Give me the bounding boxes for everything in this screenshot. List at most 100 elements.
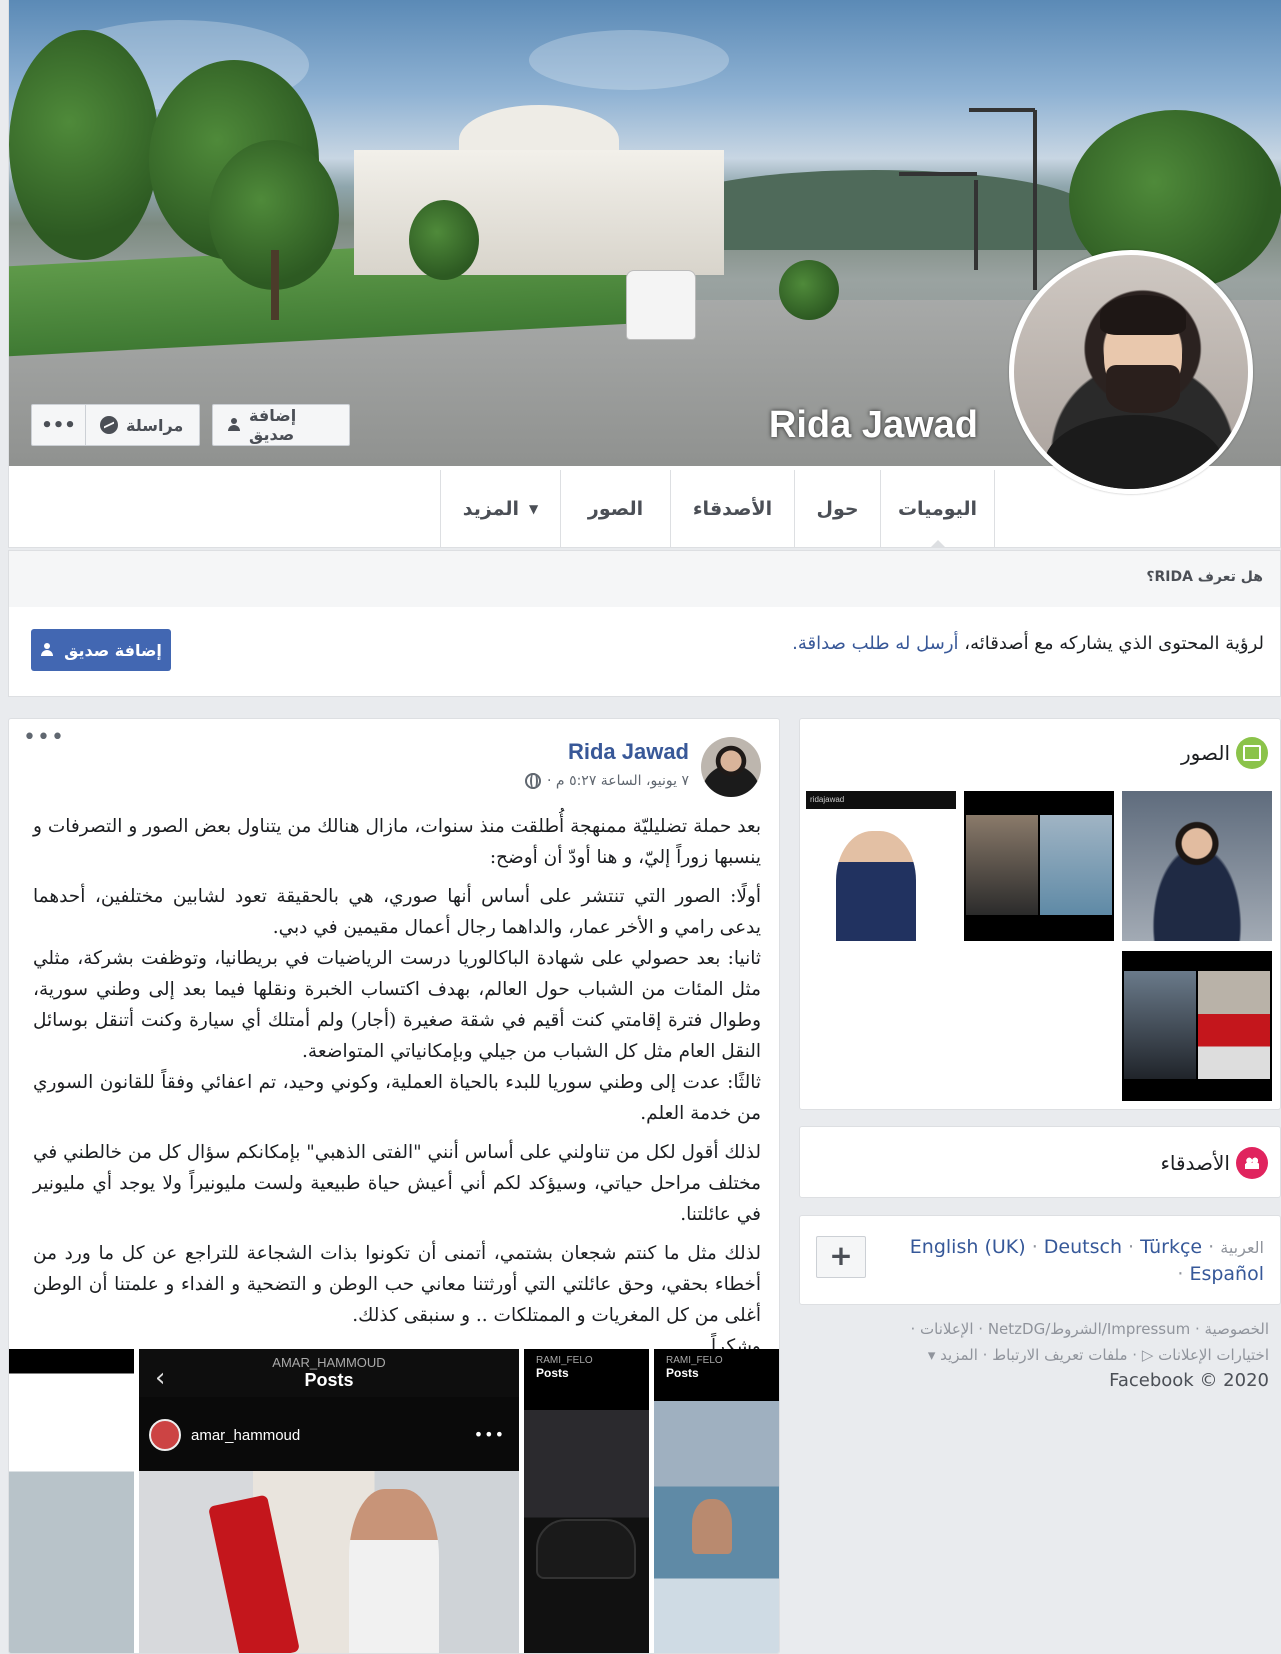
post-author-avatar[interactable] (701, 737, 761, 797)
screenshot-header: RAMI_FELO Posts (666, 1355, 723, 1380)
post-photo-grid: AMAR_HAMMOUD Posts ‹ amar_hammoud ••• RA… (9, 1349, 779, 1653)
friends-icon (1236, 1147, 1268, 1179)
tab-timeline[interactable]: اليوميات (881, 470, 995, 547)
post-paragraph: لذلك أقول لكل من تناولني على أساس أنني "… (33, 1142, 761, 1225)
tab-timeline-label: اليوميات (897, 497, 978, 520)
screenshot-username: RAMI_FELO (536, 1355, 593, 1366)
plus-icon[interactable]: + (816, 1236, 866, 1278)
messenger-icon (100, 416, 118, 434)
tree (9, 30, 159, 260)
screenshot-header: RAMI_FELO Posts (536, 1355, 593, 1380)
man-in-pool (692, 1499, 732, 1554)
screenshot-title: Posts (666, 1366, 699, 1380)
man-figure (349, 1489, 439, 1653)
more-options-button[interactable]: ••• (31, 404, 86, 446)
separator: · (1202, 1236, 1215, 1258)
screenshot-image (139, 1471, 519, 1653)
add-friend-button[interactable]: إضافة صديق (212, 404, 350, 446)
footer-links[interactable]: الخصوصية · Impressum/الشروط/NetzDG · الإ… (799, 1316, 1269, 1342)
post-photo[interactable]: AMAR_HAMMOUD Posts ‹ amar_hammoud ••• (139, 1349, 519, 1653)
friends-card-title[interactable]: الأصدقاء (1160, 1151, 1230, 1175)
avatar-beard (1106, 365, 1180, 413)
separator: · (1177, 1263, 1190, 1285)
post-options-icon[interactable]: ••• (23, 725, 65, 750)
tab-more-label: المزيد (462, 497, 520, 520)
avatar-body (1044, 415, 1224, 489)
screenshot-handle: amar_hammoud (191, 1427, 301, 1444)
language-card: العربية · English (UK) · Deutsch · Türkç… (799, 1215, 1281, 1305)
street-lamp (1033, 110, 1037, 290)
photo-thumbnail[interactable] (1122, 791, 1272, 941)
post-photo[interactable] (9, 1349, 134, 1653)
post-author-name[interactable]: Rida Jawad (568, 739, 689, 765)
screenshot-username: RAMI_FELO (666, 1355, 723, 1366)
post-paragraph: بعد حملة تضليليّة ممنهجة أُطلقت منذ سنوا… (33, 816, 761, 868)
tab-photos-label: الصور (587, 497, 644, 520)
language-link[interactable]: Türkçe (1140, 1236, 1202, 1258)
post-photo[interactable]: RAMI_FELO Posts (524, 1349, 649, 1653)
screenshot-account-row: amar_hammoud ••• (139, 1397, 519, 1471)
globe-icon[interactable] (525, 773, 542, 789)
language-current: العربية (1220, 1238, 1264, 1257)
street-lamp-arm (969, 108, 1035, 112)
tab-about[interactable]: حول (795, 470, 881, 547)
screenshot-more-icon: ••• (473, 1425, 505, 1444)
post-paragraph: ثالثًا: عدت إلى وطني سوريا للبدء بالحياة… (33, 1072, 761, 1124)
footer-links[interactable]: اختيارات الإعلانات ▷ · ملفات تعريف الارت… (799, 1342, 1269, 1368)
photo-thumbnail[interactable] (964, 791, 1114, 941)
language-link[interactable]: English (UK) (910, 1236, 1026, 1258)
photo-thumbnail[interactable]: ridajawad (806, 791, 956, 941)
thumbnail-panel (1124, 971, 1196, 1079)
add-friend-primary-button[interactable]: إضافة صديق (31, 629, 171, 671)
add-friend-label: إضافة صديق (249, 406, 297, 444)
thumbnail-panel (1040, 815, 1112, 915)
message-button[interactable]: مراسلة (85, 404, 200, 446)
cloud (529, 30, 729, 90)
photo-thumbnail[interactable] (1122, 951, 1272, 1101)
post-meta: ٧ يونيو، الساعة ٥:٢٧ م · (525, 773, 689, 789)
street-lamp-arm (899, 172, 977, 176)
mosque-building (354, 150, 724, 275)
photo-icon (1236, 737, 1268, 769)
street-lamp (974, 180, 978, 270)
man-in-suit (836, 831, 916, 941)
person-plus-icon (40, 643, 56, 657)
know-box-title: هل تعرف RIDA؟ (8, 550, 1281, 608)
know-box: لرؤية المحتوى الذي يشاركه مع أصدقائه، أر… (8, 607, 1281, 697)
avatar-hair (1100, 295, 1186, 335)
thumbnail-header: ridajawad (806, 791, 956, 809)
language-link[interactable]: Deutsch (1044, 1236, 1122, 1258)
profile-name[interactable]: Rida Jawad (769, 404, 978, 447)
screenshot-avatar (149, 1419, 181, 1451)
post-paragraph: لذلك مثل ما كنتم شجعان بشتمي، أتمنى أن ت… (33, 1243, 761, 1326)
message-label: مراسلة (126, 415, 184, 435)
thumbnail-panel (1198, 971, 1270, 1079)
back-arrow-icon: ‹ (155, 1363, 166, 1393)
know-box-text: لرؤية المحتوى الذي يشاركه مع أصدقائه، أر… (792, 633, 1264, 654)
photos-card: الصور ridajawad (799, 718, 1281, 1110)
post-body: بعد حملة تضليليّة ممنهجة أُطلقت منذ سنوا… (33, 811, 761, 1362)
footer: الخصوصية · Impressum/الشروط/NetzDG · الإ… (799, 1316, 1269, 1394)
more-dots-icon: ••• (41, 414, 76, 436)
profile-tabs: اليوميات حول الأصدقاء الصور المزيد ▼ (440, 470, 995, 547)
person-plus-icon (227, 418, 241, 432)
tree (409, 200, 479, 280)
post-timestamp[interactable]: ٧ يونيو، الساعة ٥:٢٧ م · (547, 773, 689, 789)
language-link[interactable]: Español (1189, 1263, 1264, 1285)
separator: · (1031, 1236, 1044, 1258)
tab-more[interactable]: المزيد ▼ (441, 470, 561, 547)
send-friend-request-link[interactable]: أرسل له طلب صداقة. (792, 633, 958, 654)
friends-card: الأصدقاء (799, 1126, 1281, 1198)
chevron-down-icon: ▼ (529, 501, 539, 516)
tab-friends[interactable]: الأصدقاء (671, 470, 795, 547)
photos-card-title[interactable]: الصور (1181, 741, 1230, 765)
separator: · (1128, 1236, 1141, 1258)
post-photo[interactable]: RAMI_FELO Posts (654, 1349, 779, 1653)
tree-trunk (271, 250, 279, 320)
tree (779, 260, 839, 320)
profile-picture[interactable] (1009, 250, 1253, 494)
know-box-message: لرؤية المحتوى الذي يشاركه مع أصدقائه، (964, 633, 1264, 654)
screenshot-header: AMAR_HAMMOUD Posts (139, 1349, 519, 1397)
tab-photos[interactable]: الصور (561, 470, 671, 547)
post-paragraph: ثانيا: بعد حصولي على شهادة الباكالوريا د… (33, 948, 761, 1062)
